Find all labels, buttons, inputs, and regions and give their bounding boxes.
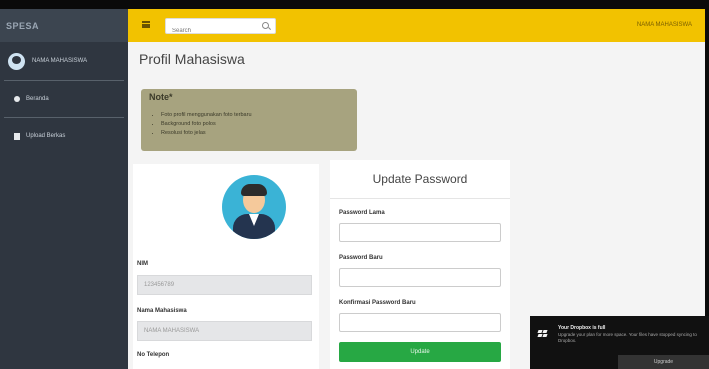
- note-item: Resolusi foto jelas: [161, 129, 349, 138]
- nim-field[interactable]: 123456789: [137, 275, 312, 295]
- update-button[interactable]: Update: [339, 342, 501, 362]
- user-avatar-icon: [8, 52, 25, 70]
- note-title: Note*: [149, 92, 173, 102]
- password-card: Update Password: [330, 160, 510, 369]
- nim-label: NIM: [137, 261, 148, 267]
- confirm-password-field[interactable]: [339, 313, 501, 332]
- brand-logo[interactable]: SPESA: [0, 9, 128, 42]
- sidebar-user-name: NAMA MAHASISWA: [32, 58, 88, 64]
- sidebar-item-beranda[interactable]: Beranda: [0, 81, 128, 117]
- topbar: NAMA MAHASISWA: [128, 9, 705, 42]
- upgrade-button[interactable]: Upgrade: [618, 355, 709, 369]
- topbar-user-name[interactable]: NAMA MAHASISWA: [637, 22, 692, 28]
- search-box: [165, 18, 276, 38]
- window-frame-top: [0, 0, 709, 9]
- note-item: Foto profil menggunakan foto terbaru: [161, 111, 349, 120]
- search-input[interactable]: [166, 24, 256, 38]
- note-list: Foto profil menggunakan foto terbaru Bac…: [161, 111, 349, 138]
- avatar-hair: [241, 184, 267, 196]
- confirm-password-label: Konfirmasi Password Baru: [339, 300, 416, 306]
- toast-body: Upgrade your plan for more space. Your f…: [558, 332, 697, 343]
- menu-toggle-icon[interactable]: [142, 21, 150, 28]
- window-frame-right: [705, 0, 709, 369]
- dropbox-toast: Your Dropbox is full Upgrade your plan f…: [530, 316, 709, 369]
- search-icon[interactable]: [262, 22, 269, 29]
- sidebar: SPESA NAMA MAHASISWA Beranda Upload Berk…: [0, 9, 128, 369]
- note-item: Background foto polos: [161, 120, 349, 129]
- sidebar-user[interactable]: NAMA MAHASISWA: [0, 42, 128, 80]
- note-box: Note* Foto profil menggunakan foto terba…: [141, 89, 357, 151]
- telepon-label: No Telepon: [137, 352, 170, 358]
- old-password-label: Password Lama: [339, 210, 385, 216]
- nama-field[interactable]: NAMA MAHASISWA: [137, 321, 312, 341]
- sidebar-item-label: Upload Berkas: [26, 133, 66, 139]
- toast-title: Your Dropbox is full: [558, 325, 606, 331]
- dropbox-icon: [537, 330, 548, 339]
- nama-label: Nama Mahasiswa: [137, 308, 187, 314]
- new-password-field[interactable]: [339, 268, 501, 287]
- home-icon: [14, 96, 20, 102]
- new-password-label: Password Baru: [339, 255, 383, 261]
- profile-avatar[interactable]: [222, 175, 286, 239]
- password-card-title: Update Password: [330, 160, 510, 199]
- old-password-field[interactable]: [339, 223, 501, 242]
- page-title: Profil Mahasiswa: [139, 51, 245, 67]
- file-icon: [14, 132, 20, 140]
- sidebar-item-upload[interactable]: Upload Berkas: [0, 118, 128, 154]
- sidebar-item-label: Beranda: [26, 96, 49, 102]
